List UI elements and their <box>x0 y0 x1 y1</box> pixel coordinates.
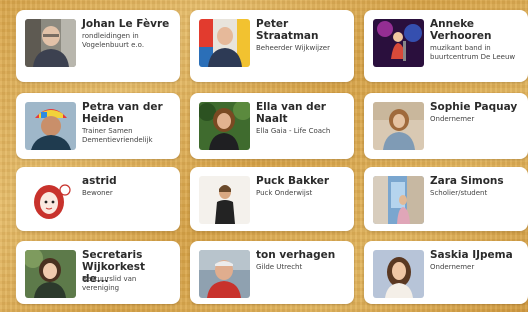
person-card-johan[interactable]: Johan Le Fèvre rondleidingen in Vogelenb… <box>16 10 180 82</box>
person-description: Ondernemer <box>430 115 475 123</box>
profile-photo <box>373 102 424 150</box>
profile-photo <box>25 19 76 67</box>
person-description: Trainer Samen Dementievriendelijk <box>82 127 153 144</box>
person-name: Petra van der Heiden <box>82 101 163 125</box>
profile-photo <box>373 19 424 67</box>
person-name: Johan Le Fèvre <box>82 18 170 30</box>
person-name: Zara Simons <box>430 175 504 187</box>
person-card-secretaris[interactable]: Secretaris Wijkorkest de... Bestuurslid … <box>16 241 180 304</box>
person-card-saskia[interactable]: Saskia IJpema Ondernemer <box>364 241 528 304</box>
person-card-petra[interactable]: Petra van der Heiden Trainer Samen Demen… <box>16 93 180 159</box>
person-name: astrid <box>82 175 117 187</box>
profile-photo <box>199 19 250 67</box>
person-name: Puck Bakker <box>256 175 330 187</box>
profile-photo <box>199 102 250 150</box>
person-description: Scholier/student <box>430 189 488 197</box>
person-card-ton[interactable]: ton verhagen Gilde Utrecht <box>190 241 354 304</box>
profile-photo <box>25 250 76 298</box>
person-name: Anneke Verhooren <box>430 18 492 42</box>
person-card-astrid[interactable]: astrid Bewoner <box>16 167 180 231</box>
person-description: Puck Onderwijst <box>256 189 313 197</box>
person-description: muzikant band in buurtcentrum De Leeuw <box>430 44 516 61</box>
profile-photo <box>25 102 76 150</box>
person-description: Gilde Utrecht <box>256 263 303 271</box>
person-description: Ella Gaia - Life Coach <box>256 127 331 135</box>
person-card-anneke[interactable]: Anneke Verhooren muzikant band in buurtc… <box>364 10 528 82</box>
person-card-puck[interactable]: Puck Bakker Puck Onderwijst <box>190 167 354 231</box>
person-card-peter[interactable]: Peter Straatman Beheerder Wijkwijzer <box>190 10 354 82</box>
person-card-ella[interactable]: Ella van der Naalt Ella Gaia - Life Coac… <box>190 93 354 159</box>
person-description: Ondernemer <box>430 263 475 271</box>
profile-photo <box>25 176 76 224</box>
person-name: Sophie Paquay <box>430 101 518 113</box>
people-grid: Johan Le Fèvre rondleidingen in Vogelenb… <box>0 0 528 312</box>
profile-photo <box>199 176 250 224</box>
person-description: Bestuurslid van vereniging <box>82 275 137 292</box>
profile-photo <box>199 250 250 298</box>
person-name: Peter Straatman <box>256 18 319 42</box>
person-card-sophie[interactable]: Sophie Paquay Ondernemer <box>364 93 528 159</box>
profile-photo <box>373 250 424 298</box>
profile-photo <box>373 176 424 224</box>
person-card-zara[interactable]: Zara Simons Scholier/student <box>364 167 528 231</box>
person-description: Bewoner <box>82 189 113 197</box>
person-description: Beheerder Wijkwijzer <box>256 44 330 52</box>
person-name: Ella van der Naalt <box>256 101 326 125</box>
person-name: Saskia IJpema <box>430 249 513 261</box>
person-name: ton verhagen <box>256 249 336 261</box>
person-description: rondleidingen in Vogelenbuurt e.o. <box>82 32 145 49</box>
